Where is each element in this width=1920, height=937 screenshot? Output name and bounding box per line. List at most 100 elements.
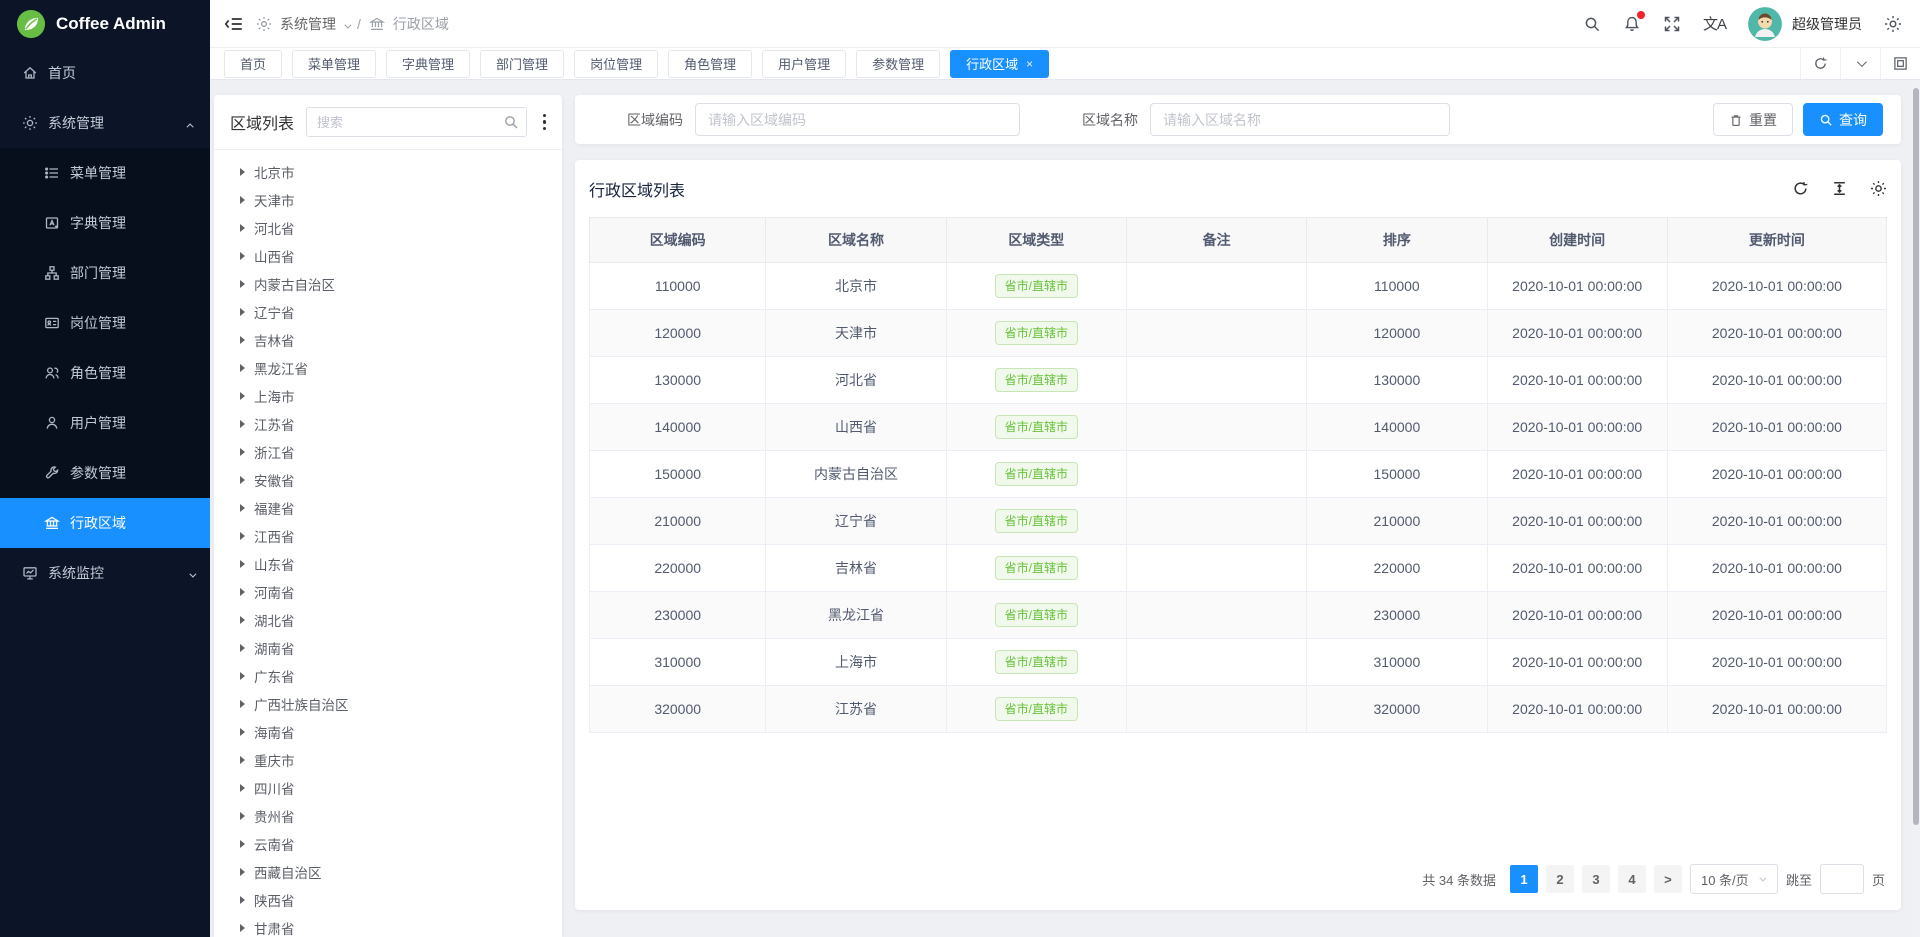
caret-right-icon[interactable] — [240, 532, 245, 540]
caret-right-icon[interactable] — [240, 560, 245, 568]
name-input[interactable] — [1150, 103, 1450, 136]
tree-item[interactable]: 广东省 — [214, 662, 562, 690]
caret-right-icon[interactable] — [240, 784, 245, 792]
caret-right-icon[interactable] — [240, 812, 245, 820]
tree-item[interactable]: 河南省 — [214, 578, 562, 606]
notification-bell-icon[interactable] — [1623, 15, 1641, 33]
tree-item[interactable]: 福建省 — [214, 494, 562, 522]
page-button[interactable]: 1 — [1510, 865, 1538, 893]
tree-item[interactable]: 湖南省 — [214, 634, 562, 662]
maximize-view-icon[interactable] — [1880, 48, 1920, 79]
tree-item[interactable]: 江西省 — [214, 522, 562, 550]
caret-right-icon[interactable] — [240, 196, 245, 204]
page-button[interactable]: 3 — [1582, 865, 1610, 893]
tree-item[interactable]: 内蒙古自治区 — [214, 270, 562, 298]
tree-item[interactable]: 四川省 — [214, 774, 562, 802]
caret-right-icon[interactable] — [240, 364, 245, 372]
page-button[interactable]: 4 — [1618, 865, 1646, 893]
caret-right-icon[interactable] — [240, 728, 245, 736]
tree-item[interactable]: 陕西省 — [214, 886, 562, 914]
tree-item[interactable]: 北京市 — [214, 158, 562, 186]
reset-button[interactable]: 重置 — [1713, 103, 1793, 136]
kebab-menu-icon[interactable] — [539, 112, 551, 133]
tab[interactable]: 岗位管理 — [574, 50, 658, 78]
user-menu[interactable]: 超级管理员 — [1748, 7, 1862, 41]
caret-right-icon[interactable] — [240, 616, 245, 624]
caret-right-icon[interactable] — [240, 644, 245, 652]
tab[interactable]: 菜单管理 — [292, 50, 376, 78]
collapse-sidebar-icon[interactable] — [224, 14, 244, 34]
tree-item[interactable]: 吉林省 — [214, 326, 562, 354]
tree-item[interactable]: 湖北省 — [214, 606, 562, 634]
chevron-down-icon[interactable] — [1840, 48, 1880, 79]
translate-icon[interactable]: 文A — [1703, 13, 1726, 34]
tree-search-input[interactable] — [306, 107, 526, 137]
column-settings-gear-icon[interactable] — [1870, 180, 1887, 197]
refresh-icon[interactable] — [1792, 180, 1809, 197]
sidebar-item-home[interactable]: 首页 — [0, 48, 210, 98]
caret-right-icon[interactable] — [240, 336, 245, 344]
tree-item[interactable]: 西藏自治区 — [214, 858, 562, 886]
page-size-select[interactable]: 10 条/页 — [1690, 864, 1778, 894]
sidebar-item-user-mgmt[interactable]: 用户管理 — [0, 398, 210, 448]
tree-item[interactable]: 广西壮族自治区 — [214, 690, 562, 718]
caret-right-icon[interactable] — [240, 588, 245, 596]
page-button[interactable]: 2 — [1546, 865, 1574, 893]
sidebar-item-post-mgmt[interactable]: 岗位管理 — [0, 298, 210, 348]
caret-right-icon[interactable] — [240, 840, 245, 848]
caret-right-icon[interactable] — [240, 168, 245, 176]
caret-right-icon[interactable] — [240, 868, 245, 876]
tab[interactable]: 角色管理 — [668, 50, 752, 78]
tree-item[interactable]: 海南省 — [214, 718, 562, 746]
tree-item[interactable]: 上海市 — [214, 382, 562, 410]
caret-right-icon[interactable] — [240, 476, 245, 484]
caret-right-icon[interactable] — [240, 504, 245, 512]
tree-item[interactable]: 江苏省 — [214, 410, 562, 438]
tree-item[interactable]: 甘肃省 — [214, 914, 562, 937]
jump-page-input[interactable] — [1820, 864, 1864, 894]
code-input[interactable] — [695, 103, 1020, 136]
caret-right-icon[interactable] — [240, 280, 245, 288]
tree-item[interactable]: 贵州省 — [214, 802, 562, 830]
caret-right-icon[interactable] — [240, 672, 245, 680]
tab[interactable]: 行政区域 × — [950, 50, 1049, 78]
tab-close-icon[interactable]: × — [1026, 58, 1033, 70]
search-icon[interactable] — [503, 114, 519, 130]
next-page-button[interactable]: > — [1654, 865, 1682, 893]
sidebar-item-dict-mgmt[interactable]: 字典管理 — [0, 198, 210, 248]
tree-item[interactable]: 黑龙江省 — [214, 354, 562, 382]
settings-gear-icon[interactable] — [1884, 15, 1902, 33]
tab[interactable]: 用户管理 — [762, 50, 846, 78]
caret-right-icon[interactable] — [240, 308, 245, 316]
caret-right-icon[interactable] — [240, 224, 245, 232]
tree-item[interactable]: 浙江省 — [214, 438, 562, 466]
tree-item[interactable]: 山东省 — [214, 550, 562, 578]
sidebar-item-param-mgmt[interactable]: 参数管理 — [0, 448, 210, 498]
sidebar-item-dept-mgmt[interactable]: 部门管理 — [0, 248, 210, 298]
caret-right-icon[interactable] — [240, 756, 245, 764]
sidebar-group-monitor[interactable]: 系统监控 — [0, 548, 210, 598]
caret-right-icon[interactable] — [240, 896, 245, 904]
tree-item[interactable]: 山西省 — [214, 242, 562, 270]
tree-item[interactable]: 重庆市 — [214, 746, 562, 774]
caret-right-icon[interactable] — [240, 392, 245, 400]
tab[interactable]: 参数管理 — [856, 50, 940, 78]
sidebar-group-system[interactable]: 系统管理 — [0, 98, 210, 148]
scrollbar-thumb[interactable] — [1913, 88, 1919, 825]
tree-item[interactable]: 辽宁省 — [214, 298, 562, 326]
search-button[interactable]: 查询 — [1803, 103, 1883, 136]
tree-item[interactable]: 天津市 — [214, 186, 562, 214]
tab[interactable]: 首页 — [224, 50, 282, 78]
caret-right-icon[interactable] — [240, 700, 245, 708]
row-height-icon[interactable] — [1831, 180, 1848, 197]
vertical-scrollbar[interactable] — [1912, 80, 1920, 937]
tab[interactable]: 字典管理 — [386, 50, 470, 78]
caret-right-icon[interactable] — [240, 420, 245, 428]
sidebar-item-role-mgmt[interactable]: 角色管理 — [0, 348, 210, 398]
fullscreen-icon[interactable] — [1663, 15, 1681, 33]
caret-right-icon[interactable] — [240, 924, 245, 932]
caret-right-icon[interactable] — [240, 252, 245, 260]
refresh-icon[interactable] — [1800, 48, 1840, 79]
breadcrumb-group[interactable]: 系统管理 — [280, 14, 336, 34]
sidebar-item-menu-mgmt[interactable]: 菜单管理 — [0, 148, 210, 198]
